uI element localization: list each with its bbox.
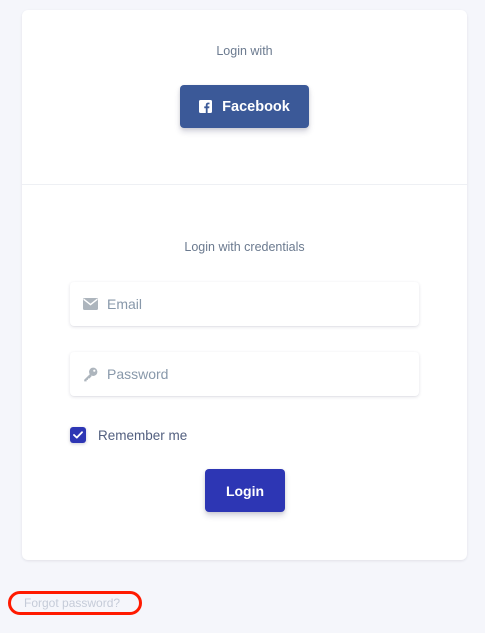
- facebook-icon: [199, 100, 213, 113]
- remember-me-row: Remember me: [70, 427, 187, 443]
- facebook-button-label: Facebook: [222, 98, 290, 115]
- password-field[interactable]: [70, 352, 419, 396]
- email-field[interactable]: [70, 282, 419, 326]
- key-icon: [82, 366, 98, 382]
- login-card: Login with Facebook Login with credentia…: [22, 10, 467, 560]
- credentials-heading: Login with credentials: [184, 240, 305, 254]
- forgot-password-link[interactable]: Forgot password?: [8, 591, 142, 615]
- login-with-heading: Login with: [216, 44, 273, 58]
- social-login-section: Login with Facebook: [22, 10, 467, 185]
- remember-me-label[interactable]: Remember me: [98, 428, 187, 443]
- password-input[interactable]: [107, 366, 407, 382]
- remember-me-checkbox[interactable]: [70, 427, 86, 443]
- email-input[interactable]: [107, 296, 407, 312]
- envelope-icon: [82, 296, 98, 312]
- login-button[interactable]: Login: [205, 469, 285, 512]
- facebook-login-button[interactable]: Facebook: [180, 85, 309, 128]
- checkmark-icon: [73, 431, 83, 439]
